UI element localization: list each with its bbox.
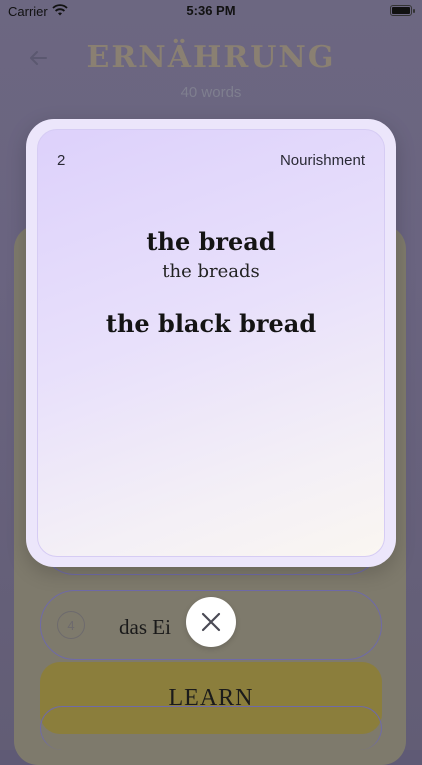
page-title: ERNÄHRUNG [86, 40, 336, 75]
card-example: the black bread [105, 309, 317, 338]
word-count: 40 words [180, 84, 242, 101]
card-number: 2 [57, 152, 66, 169]
battery-icon [390, 5, 415, 16]
status-bar: Carrier 5:36 PM [0, 0, 422, 22]
item-word: das Ei [119, 615, 171, 639]
card-word: the bread [146, 227, 276, 256]
card-category: Nourishment [279, 152, 365, 169]
list-item[interactable] [40, 706, 382, 750]
close-button[interactable] [186, 597, 236, 647]
item-number: 4 [57, 611, 85, 639]
close-icon [201, 612, 221, 632]
card-plural: the breads [162, 261, 260, 282]
status-time: 5:36 PM [186, 3, 236, 18]
flashcard-face [37, 129, 385, 557]
